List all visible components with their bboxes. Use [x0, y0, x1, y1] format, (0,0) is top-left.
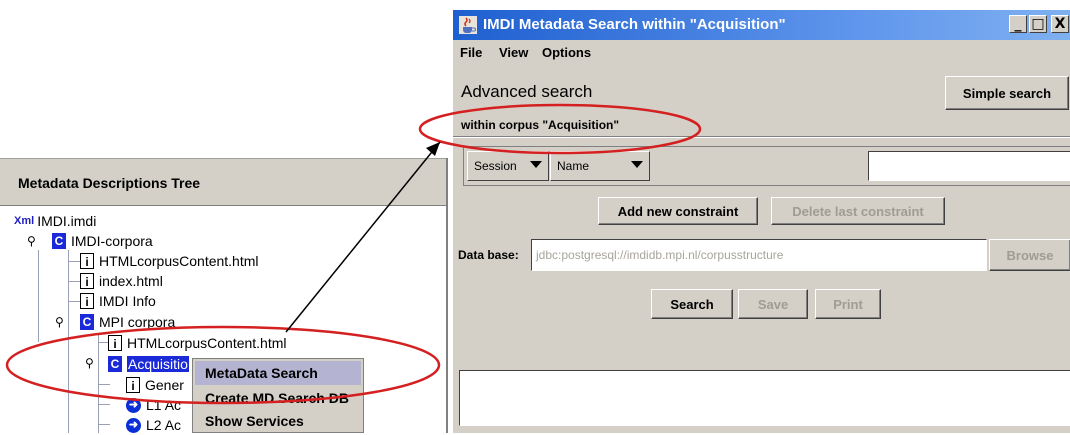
expand-toggle-icon[interactable]: ⚲	[55, 315, 67, 329]
database-field-value: jdbc:postgresql://imdidb.mpi.nl/corpusst…	[536, 248, 784, 262]
tree-node-label: IMDI.imdi	[37, 213, 97, 229]
tree-node-acquisition[interactable]: C Acquisitio	[108, 354, 189, 374]
menu-item-metadata-search[interactable]: MetaData Search	[195, 361, 361, 385]
search-button[interactable]: Search	[651, 289, 733, 319]
tree-node-label: index.html	[99, 273, 163, 289]
tree-panel-title: Metadata Descriptions Tree	[18, 175, 201, 191]
tree-node-l2[interactable]: ➜ L2 Ac	[126, 415, 181, 435]
corpus-icon: C	[52, 233, 66, 249]
tree-connector	[68, 281, 80, 282]
close-button[interactable]: X	[1051, 15, 1069, 33]
tree-node-html-content[interactable]: i HTMLcorpusContent.html	[80, 251, 259, 271]
within-corpus-label: within corpus "Acquisition"	[461, 118, 620, 132]
scope-combo[interactable]: Session	[467, 151, 549, 181]
tree-node-index[interactable]: i index.html	[80, 271, 163, 291]
panel-divider	[446, 158, 448, 433]
tree-node-imdi[interactable]: Xml IMDI.imdi	[14, 211, 96, 231]
simple-search-button[interactable]: Simple search	[945, 76, 1069, 110]
database-field[interactable]: jdbc:postgresql://imdidb.mpi.nl/corpusst…	[531, 239, 987, 271]
tree-node-label: IMDI-corpora	[71, 233, 153, 249]
scope-combo-value: Session	[474, 159, 517, 173]
tree-node-imdi-info[interactable]: i IMDI Info	[80, 291, 156, 311]
menu-file[interactable]: File	[460, 45, 482, 60]
arrow-icon: ➜	[126, 417, 141, 433]
tree-node-imdi-corpora[interactable]: C IMDI-corpora	[52, 231, 153, 251]
search-window: IMDI Metadata Search within "Acquisition…	[452, 10, 1070, 433]
tree-node-label: MPI corpora	[99, 314, 176, 330]
tree-node-label: IMDI Info	[99, 293, 156, 309]
database-label: Data base:	[458, 248, 519, 262]
tree-node-l1[interactable]: ➜ L1 Ac	[126, 395, 181, 415]
menu-options[interactable]: Options	[542, 45, 591, 60]
xml-icon: Xml	[14, 215, 35, 227]
constraint-row: Session Name	[463, 146, 1070, 186]
tree-node-mpi-html-content[interactable]: i HTMLcorpusContent.html	[108, 333, 287, 353]
window-title: IMDI Metadata Search within "Acquisition…	[483, 16, 786, 33]
tree-node-general[interactable]: i Gener	[126, 375, 184, 395]
separator	[453, 137, 1070, 138]
context-menu: MetaData Search Create MD Search DB Show…	[192, 358, 364, 433]
info-icon: i	[80, 253, 94, 269]
tree-node-label: Gener	[145, 377, 184, 393]
window-menubar: File View Options	[453, 40, 1070, 66]
tree-node-label-selected: Acquisitio	[127, 356, 189, 372]
tree-connector	[68, 250, 69, 433]
expand-toggle-icon[interactable]: ⚲	[85, 356, 97, 370]
tree-connector	[98, 404, 110, 405]
info-icon: i	[80, 293, 94, 309]
field-combo-value: Name	[557, 159, 590, 173]
window-titlebar[interactable]: IMDI Metadata Search within "Acquisition…	[453, 10, 1070, 40]
chevron-down-icon	[530, 161, 542, 168]
tree-connector	[38, 250, 39, 342]
add-constraint-button[interactable]: Add new constraint	[598, 197, 758, 225]
expand-toggle-icon[interactable]: ⚲	[27, 234, 39, 248]
tree-node-label: L2 Ac	[146, 417, 182, 433]
tree-node-mpi-corpora[interactable]: C MPI corpora	[80, 312, 175, 332]
menu-view[interactable]: View	[499, 45, 528, 60]
tree-node-label: L1 Ac	[146, 397, 182, 413]
tree-connector	[68, 301, 80, 302]
print-button[interactable]: Print	[815, 289, 881, 319]
java-cup-icon	[459, 16, 477, 34]
corpus-icon: C	[108, 356, 122, 372]
tree-node-label: HTMLcorpusContent.html	[99, 253, 259, 269]
tree-panel-header: Metadata Descriptions Tree	[0, 158, 448, 206]
tree-node-label: HTMLcorpusContent.html	[127, 335, 287, 351]
field-combo[interactable]: Name	[550, 151, 650, 181]
info-icon: i	[108, 335, 122, 351]
constraint-value-input[interactable]	[868, 151, 1070, 181]
save-button[interactable]: Save	[738, 289, 808, 319]
chevron-down-icon	[631, 161, 643, 168]
annotation-arrowhead	[426, 142, 440, 156]
arrow-icon: ➜	[126, 397, 141, 413]
tree-connector	[98, 333, 99, 433]
corpus-icon: C	[80, 314, 94, 330]
tree-connector	[98, 384, 110, 385]
tree-connector	[98, 424, 110, 425]
menu-item-show-services[interactable]: Show Services	[195, 409, 361, 433]
delete-constraint-button[interactable]: Delete last constraint	[771, 197, 945, 225]
maximize-button[interactable]: □	[1029, 15, 1047, 33]
browse-button[interactable]: Browse	[989, 239, 1070, 271]
menu-item-create-md-search-db[interactable]: Create MD Search DB	[195, 386, 361, 410]
tree-connector	[68, 261, 80, 262]
results-area[interactable]	[459, 370, 1070, 426]
minimize-button[interactable]: _	[1009, 15, 1027, 33]
info-icon: i	[80, 273, 94, 289]
info-icon: i	[126, 377, 140, 393]
advanced-search-heading: Advanced search	[461, 82, 593, 101]
